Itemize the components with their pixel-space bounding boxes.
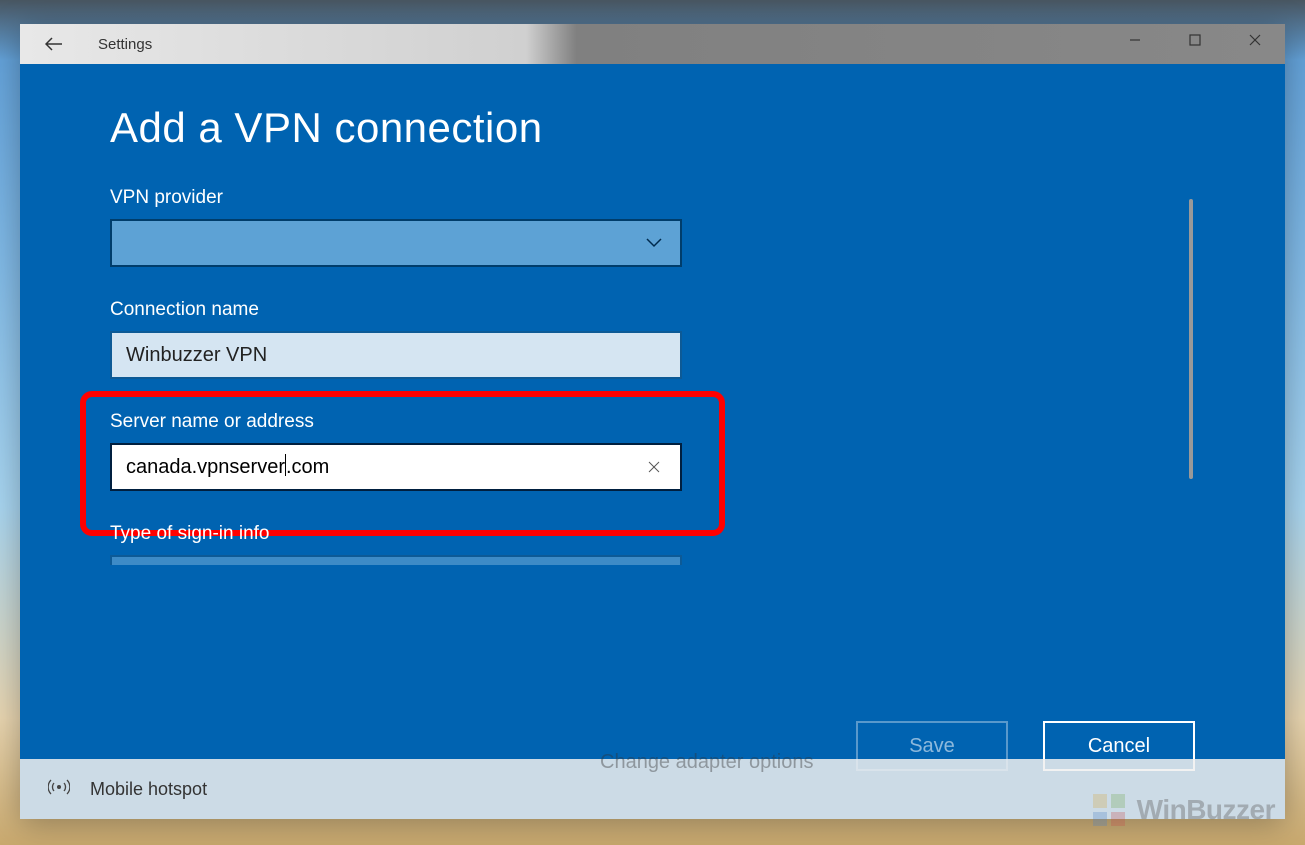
window-titlebar: Settings (20, 24, 1285, 64)
connection-name-label: Connection name (110, 299, 1195, 321)
watermark: WinBuzzer (1089, 790, 1275, 830)
close-icon (1249, 34, 1261, 46)
connection-name-group: Connection name Winbuzzer VPN (110, 299, 1195, 379)
chevron-down-icon (646, 238, 662, 248)
mobile-hotspot-label[interactable]: Mobile hotspot (90, 779, 207, 800)
server-address-input[interactable]: canada.vpnserver.com (110, 443, 682, 491)
server-address-label: Server name or address (110, 411, 1195, 433)
vpn-modal: Add a VPN connection VPN provider Connec… (20, 64, 1285, 819)
clear-input-button[interactable] (636, 449, 672, 485)
vpn-provider-dropdown[interactable] (110, 219, 682, 267)
minimize-icon (1129, 34, 1141, 46)
vpn-provider-label: VPN provider (110, 187, 1195, 209)
connection-name-input[interactable]: Winbuzzer VPN (110, 331, 682, 379)
modal-content: Add a VPN connection VPN provider Connec… (20, 64, 1285, 719)
maximize-icon (1189, 34, 1201, 46)
connection-name-value: Winbuzzer VPN (126, 344, 267, 367)
server-address-value: canada.vpnserver.com (126, 456, 329, 479)
signin-type-group: Type of sign-in info (110, 523, 1195, 565)
back-arrow-icon (45, 37, 63, 51)
vpn-provider-group: VPN provider (110, 187, 1195, 267)
scrollbar[interactable] (1189, 199, 1193, 479)
signin-type-label: Type of sign-in info (110, 523, 1195, 545)
modal-title: Add a VPN connection (110, 104, 1195, 152)
watermark-logo-icon (1089, 790, 1129, 830)
watermark-text: WinBuzzer (1137, 794, 1275, 826)
window-controls (1105, 24, 1285, 64)
change-adapter-link[interactable]: Change adapter options (600, 751, 814, 774)
minimize-button[interactable] (1105, 24, 1165, 56)
maximize-button[interactable] (1165, 24, 1225, 56)
close-button[interactable] (1225, 24, 1285, 56)
clear-x-icon (647, 460, 661, 474)
settings-window: Settings Add a VPN connection VPN provid… (20, 24, 1285, 819)
window-title: Settings (98, 36, 152, 53)
signin-type-dropdown[interactable] (110, 555, 682, 565)
hotspot-icon (48, 776, 70, 803)
back-button[interactable] (40, 30, 68, 58)
server-address-group: Server name or address canada.vpnserver.… (110, 411, 1195, 491)
